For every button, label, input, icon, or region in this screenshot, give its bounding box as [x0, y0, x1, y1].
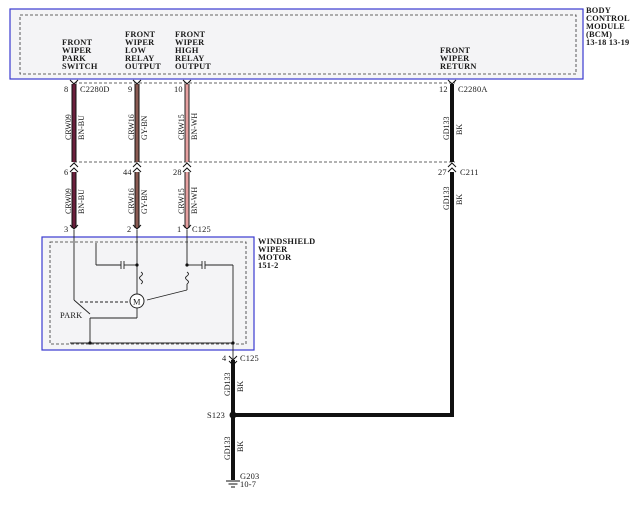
- wire-label-gd133-g2: GD133: [223, 436, 232, 460]
- wire-label-crw09-upper: CRW09: [64, 114, 73, 140]
- wire-color-bnbu-upper: BN-BU: [77, 115, 86, 140]
- wire-label-crw16-upper: CRW16: [127, 114, 136, 140]
- pin-8: 8: [64, 85, 68, 94]
- junction-dot-high: [185, 263, 189, 267]
- bcm-title: BODY CONTROL MODULE (BCM) 13-18 13-19: [586, 6, 632, 47]
- junction-dot-low: [135, 263, 139, 267]
- connector-c2280d: C2280D: [80, 85, 110, 94]
- c211-pin-28: 28: [173, 168, 182, 177]
- bcm-pin-label-return: FRONT WIPER RETURN: [440, 46, 477, 71]
- motor-symbol: M: [129, 293, 145, 309]
- wire-color-bk-lower: BK: [455, 194, 464, 205]
- wire-color-bk-g1: BK: [236, 381, 245, 392]
- wire-label-crw15-upper: CRW15: [177, 114, 186, 140]
- ground-ref: 10-7: [240, 480, 256, 489]
- c125-pin-2: 2: [127, 225, 131, 234]
- c125-pin-4: 4: [222, 354, 227, 363]
- wire-color-bk-upper: BK: [455, 124, 464, 135]
- wire-label-crw16-lower: CRW16: [127, 188, 136, 214]
- junction-dot-park: [88, 341, 92, 345]
- connector-c211: C211: [460, 168, 479, 177]
- wire-color-gybn-lower: GY-BN: [140, 189, 149, 214]
- wire-label-gd133-upper: GD133: [442, 116, 451, 140]
- connector-c125-motor: C125: [192, 225, 211, 234]
- c211-pin-44: 44: [123, 168, 132, 177]
- wire-label-gd133-lower: GD133: [442, 186, 451, 210]
- junction-dot-ground: [231, 341, 235, 345]
- park-label: PARK: [60, 311, 82, 320]
- ground-symbol: [226, 480, 240, 488]
- c125-pin-3: 3: [64, 225, 68, 234]
- c211-pin-27: 27: [438, 168, 447, 177]
- wire-color-gybn-upper: GY-BN: [140, 115, 149, 140]
- c125-pin-1: 1: [177, 225, 181, 234]
- connector-c2280a: C2280A: [458, 85, 488, 94]
- wiper-circuit-diagram: BODY CONTROL MODULE (BCM) 13-18 13-19 FR…: [9, 6, 632, 489]
- wire-color-bk-g2: BK: [236, 441, 245, 452]
- pin-10: 10: [174, 85, 183, 94]
- wire-label-crw15-lower: CRW15: [177, 188, 186, 214]
- c211-pin-6: 6: [64, 168, 68, 177]
- connector-c125-ground: C125: [240, 354, 259, 363]
- wire-color-bnbu-lower: BN-BU: [77, 189, 86, 214]
- pin-12: 12: [439, 85, 448, 94]
- pin-9: 9: [128, 85, 132, 94]
- bcm-pin-label-park-switch: FRONT WIPER PARK SWITCH: [62, 38, 98, 71]
- wire-color-bnwh-upper: BN-WH: [190, 113, 199, 140]
- wire-label-crw09-lower: CRW09: [64, 188, 73, 214]
- motor-title: WINDSHIELD WIPER MOTOR 151-2: [258, 237, 318, 270]
- wire-color-bnwh-lower: BN-WH: [190, 187, 199, 214]
- splice-s123: [229, 411, 237, 419]
- wire-label-gd133-g1: GD133: [223, 372, 232, 396]
- svg-text:M: M: [133, 298, 141, 307]
- splice-label: S123: [207, 411, 225, 420]
